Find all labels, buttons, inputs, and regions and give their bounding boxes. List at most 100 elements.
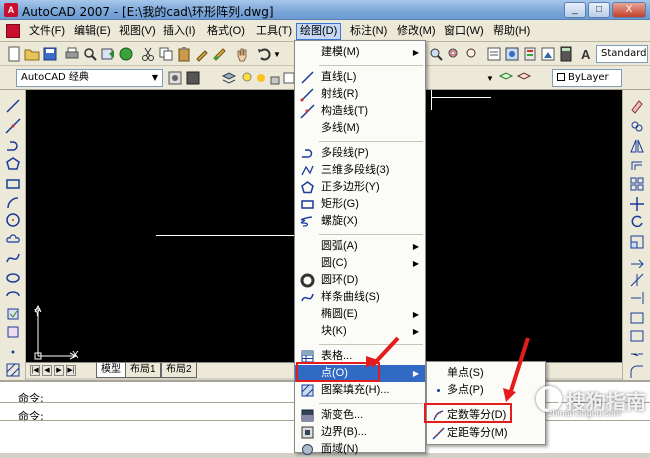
menu-item-block[interactable]: 块(K) ▶ [295,323,425,340]
workspace-settings-icon[interactable] [167,70,183,86]
undo-icon[interactable] [256,46,272,62]
last-tab-button[interactable]: ▶| [66,365,76,376]
break-icon[interactable] [629,310,645,326]
menu-item-polygon[interactable]: 正多边形(Y) [295,179,425,196]
first-tab-button[interactable]: |◀ [30,365,40,376]
tool-palettes-icon[interactable] [522,46,538,62]
spline-tool-icon[interactable] [5,250,21,266]
new-file-icon[interactable] [6,46,22,62]
properties-icon[interactable] [486,46,502,62]
join-icon[interactable] [629,328,645,344]
menu-insert[interactable]: 插入(I) [160,23,198,40]
command-prompt[interactable]: 命令: [18,408,44,424]
rectangle-tool-icon[interactable] [5,176,21,192]
menu-file[interactable]: 文件(F) [26,23,68,40]
menu-item-3dpoly[interactable]: 三维多段线(3) [295,162,425,179]
menu-item-donut[interactable]: 圆环(D) [295,272,425,289]
paste-icon[interactable] [176,46,192,62]
menu-tools[interactable]: 工具(T) [253,23,295,40]
hatch-tool-icon[interactable] [5,362,21,378]
copy-object-icon[interactable] [629,118,645,134]
3d-dwf-icon[interactable] [118,46,134,62]
arc-tool-icon[interactable] [5,194,21,210]
insert-block-icon[interactable] [5,306,21,322]
tab-layout1[interactable]: 布局1 [125,363,161,378]
point-tool-icon[interactable] [5,344,21,360]
menu-item-gradient[interactable]: 渐变色... [295,407,425,424]
zoom-window-icon[interactable] [446,46,462,62]
tab-layout2[interactable]: 布局2 [161,363,197,378]
circle-tool-icon[interactable] [5,212,21,228]
prev-tab-button[interactable]: ◀ [42,365,52,376]
menu-item-mline[interactable]: 多线(M) [295,120,425,137]
color-control-combo[interactable]: ByLayer [552,69,622,87]
sheet-set-icon[interactable] [540,46,556,62]
layer-previous-icon[interactable] [516,70,532,86]
document-icon[interactable] [6,24,20,38]
submenu-item-single-point[interactable]: 单点(S) [427,365,545,382]
minimize-button[interactable]: _ [564,2,586,18]
erase-icon[interactable] [629,98,645,114]
menu-item-spline[interactable]: 样条曲线(S) [295,289,425,306]
menu-help[interactable]: 帮助(H) [490,23,533,40]
line-tool-icon[interactable] [5,98,21,114]
match-properties-icon[interactable] [194,46,210,62]
menu-item-hatch[interactable]: 图案填充(H)... [295,382,425,399]
menu-item-arc[interactable]: 圆弧(A) ▶ [295,238,425,255]
menu-item-polyline[interactable]: 多段线(P) [295,145,425,162]
text-style-combo[interactable]: Standard [596,45,648,63]
submenu-item-measure[interactable]: 定距等分(M) [427,425,545,442]
menu-item-line[interactable]: 直线(L) [295,69,425,86]
extend-icon[interactable] [629,290,645,306]
trim-icon[interactable] [629,272,645,288]
close-button[interactable]: X [612,2,646,18]
ellipse-arc-icon[interactable] [5,288,21,304]
design-center-icon[interactable] [504,46,520,62]
menu-item-ellipse[interactable]: 椭圆(E) ▶ [295,306,425,323]
fillet-icon[interactable] [629,364,645,380]
chamfer-icon[interactable] [629,346,645,362]
menu-modify[interactable]: 修改(M) [394,23,439,40]
menu-item-ray[interactable]: 射线(R) [295,86,425,103]
menu-draw[interactable]: 绘图(D) [296,23,342,40]
move-icon[interactable] [629,196,645,212]
menu-item-helix[interactable]: 螺旋(X) [295,213,425,230]
text-style-icon[interactable]: A [578,46,594,62]
maximize-button[interactable]: □ [588,2,610,18]
cut-icon[interactable] [140,46,156,62]
publish-icon[interactable] [100,46,116,62]
revision-cloud-icon[interactable] [5,232,21,248]
layer-dropdown-icon[interactable]: ▼ [486,74,494,83]
menu-item-rectangle[interactable]: 矩形(G) [295,196,425,213]
menu-format[interactable]: 格式(O) [204,23,248,40]
submenu-item-multiple-points[interactable]: 多点(P) [427,382,545,399]
scale-icon[interactable] [629,234,645,250]
pan-tool-icon[interactable] [234,46,250,62]
next-tab-button[interactable]: ▶ [54,365,64,376]
copy-icon[interactable] [158,46,174,62]
offset-icon[interactable] [629,158,645,174]
menu-item-region[interactable]: 面域(N) [295,441,425,458]
undo-dropdown-icon[interactable]: ▼ [273,50,281,59]
construction-line-icon[interactable] [5,118,21,134]
print-icon[interactable] [64,46,80,62]
menu-dimension[interactable]: 标注(N) [347,23,390,40]
save-workspace-icon[interactable] [185,70,201,86]
polyline-tool-icon[interactable] [5,138,21,154]
workspace-combo[interactable]: AutoCAD 经典 ▼ [16,69,163,87]
menu-item-xline[interactable]: 构造线(T) [295,103,425,120]
calculator-icon[interactable] [558,46,574,62]
mirror-icon[interactable] [629,138,645,154]
menu-item-boundary[interactable]: 边界(B)... [295,424,425,441]
polygon-tool-icon[interactable] [5,156,21,172]
save-icon[interactable] [42,46,58,62]
stretch-icon[interactable] [629,252,645,268]
tab-model[interactable]: 模型 [96,363,126,378]
menu-item-modeling[interactable]: 建模(M) ▶ [295,44,425,61]
plot-preview-icon[interactable] [82,46,98,62]
zoom-realtime-icon[interactable] [428,46,444,62]
rotate-icon[interactable] [629,214,645,230]
menu-item-circle[interactable]: 圆(C) ▶ [295,255,425,272]
make-block-icon[interactable] [5,324,21,340]
block-editor-icon[interactable] [212,46,228,62]
